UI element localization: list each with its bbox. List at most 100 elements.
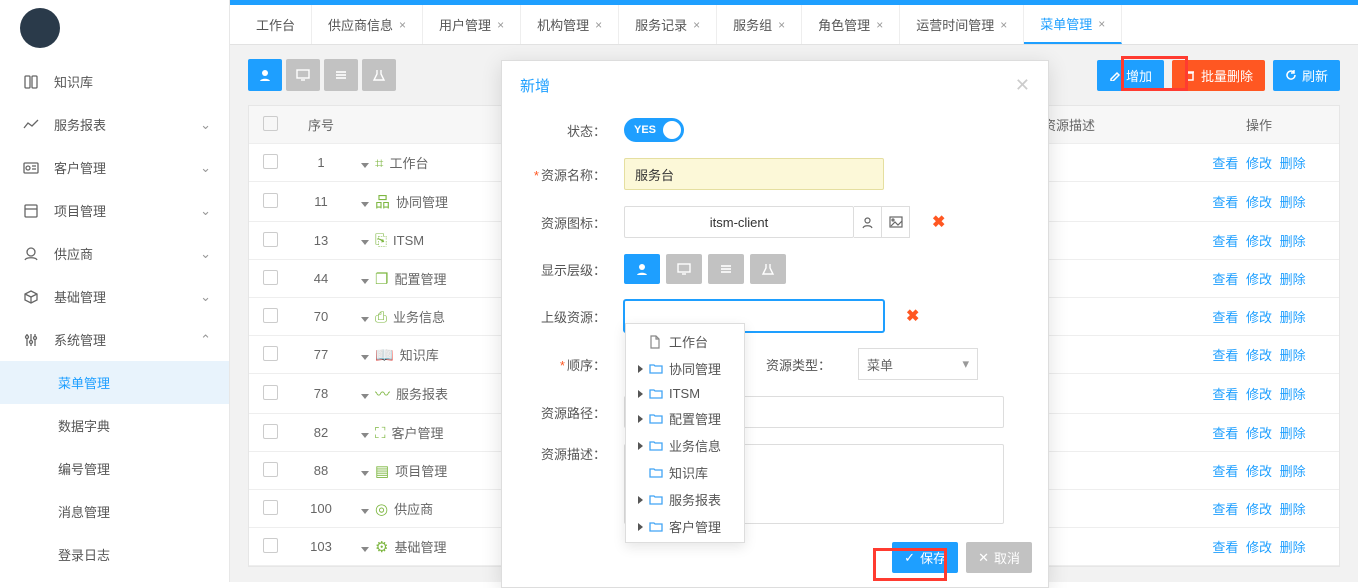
tab[interactable]: 工作台 — [240, 5, 312, 44]
user-picker-icon[interactable] — [854, 206, 882, 238]
tree-item[interactable]: 配置管理 — [626, 405, 744, 432]
op-edit[interactable]: 修改 — [1246, 502, 1272, 517]
op-edit[interactable]: 修改 — [1246, 195, 1272, 210]
tab[interactable]: 菜单管理× — [1024, 5, 1122, 44]
op-edit[interactable]: 修改 — [1246, 387, 1272, 402]
op-edit[interactable]: 修改 — [1246, 348, 1272, 363]
level-monitor-button[interactable] — [666, 254, 702, 284]
op-view[interactable]: 查看 — [1212, 310, 1238, 325]
sidebar-sub-numbering[interactable]: 编号管理 — [0, 447, 229, 490]
op-del[interactable]: 删除 — [1280, 502, 1306, 517]
tab-close-icon[interactable]: × — [876, 18, 883, 32]
op-view[interactable]: 查看 — [1212, 540, 1238, 555]
row-checkbox[interactable] — [263, 424, 278, 439]
sidebar-sub-message[interactable]: 消息管理 — [0, 490, 229, 533]
tab[interactable]: 用户管理× — [423, 5, 521, 44]
row-checkbox[interactable] — [263, 385, 278, 400]
row-checkbox[interactable] — [263, 308, 278, 323]
status-toggle[interactable]: YES — [624, 118, 684, 142]
row-checkbox[interactable] — [263, 346, 278, 361]
sidebar-item-project[interactable]: 项目管理 ⌄ — [0, 189, 229, 232]
tree-item[interactable]: 客户管理 — [626, 513, 744, 540]
sidebar-item-base[interactable]: 基础管理 ⌄ — [0, 275, 229, 318]
op-del[interactable]: 删除 — [1280, 195, 1306, 210]
tree-item[interactable]: 知识库 — [626, 459, 744, 486]
tree-item[interactable]: 服务报表 — [626, 486, 744, 513]
op-del[interactable]: 删除 — [1280, 310, 1306, 325]
add-button[interactable]: 增加 — [1097, 60, 1164, 91]
level-list-button[interactable] — [708, 254, 744, 284]
view-flask-button[interactable] — [362, 59, 396, 91]
row-checkbox[interactable] — [263, 500, 278, 515]
op-view[interactable]: 查看 — [1212, 272, 1238, 287]
tab-close-icon[interactable]: × — [497, 18, 504, 32]
tree-item[interactable]: ITSM — [626, 382, 744, 405]
tab-close-icon[interactable]: × — [399, 18, 406, 32]
expand-caret[interactable] — [361, 279, 369, 284]
tab-close-icon[interactable]: × — [1000, 18, 1007, 32]
level-user-button[interactable] — [624, 254, 660, 284]
clear-icon-button[interactable]: ✖ — [932, 212, 945, 232]
op-edit[interactable]: 修改 — [1246, 426, 1272, 441]
image-picker-icon[interactable] — [882, 206, 910, 238]
checkbox-all[interactable] — [263, 116, 278, 131]
sidebar-item-customer[interactable]: 客户管理 ⌄ — [0, 146, 229, 189]
tab[interactable]: 角色管理× — [802, 5, 900, 44]
sidebar-item-report[interactable]: 服务报表 ⌄ — [0, 103, 229, 146]
op-view[interactable]: 查看 — [1212, 387, 1238, 402]
batch-delete-button[interactable]: 批量删除 — [1172, 60, 1265, 91]
tree-item[interactable]: 业务信息 — [626, 432, 744, 459]
op-edit[interactable]: 修改 — [1246, 156, 1272, 171]
view-monitor-button[interactable] — [286, 59, 320, 91]
op-view[interactable]: 查看 — [1212, 348, 1238, 363]
expand-caret[interactable] — [361, 163, 369, 168]
expand-caret[interactable] — [361, 433, 369, 438]
tab-close-icon[interactable]: × — [595, 18, 602, 32]
op-del[interactable]: 删除 — [1280, 540, 1306, 555]
sidebar-item-supplier[interactable]: 供应商 ⌄ — [0, 232, 229, 275]
tab[interactable]: 服务记录× — [619, 5, 717, 44]
op-view[interactable]: 查看 — [1212, 502, 1238, 517]
op-view[interactable]: 查看 — [1212, 426, 1238, 441]
op-edit[interactable]: 修改 — [1246, 234, 1272, 249]
op-del[interactable]: 删除 — [1280, 156, 1306, 171]
resource-type-select[interactable]: 菜单 ▾ — [858, 348, 978, 380]
op-edit[interactable]: 修改 — [1246, 464, 1272, 479]
expand-caret[interactable] — [361, 202, 369, 207]
expand-caret[interactable] — [361, 317, 369, 322]
op-view[interactable]: 查看 — [1212, 234, 1238, 249]
row-checkbox[interactable] — [263, 232, 278, 247]
sidebar-item-knowledge[interactable]: 知识库 — [0, 60, 229, 103]
op-del[interactable]: 删除 — [1280, 387, 1306, 402]
expand-caret[interactable] — [361, 509, 369, 514]
save-button[interactable]: ✓ 保存 — [892, 542, 958, 573]
tab[interactable]: 供应商信息× — [312, 5, 423, 44]
tab-close-icon[interactable]: × — [693, 18, 700, 32]
parent-resource-dropdown[interactable]: 工作台协同管理ITSM配置管理业务信息知识库服务报表客户管理 — [625, 323, 745, 543]
row-checkbox[interactable] — [263, 462, 278, 477]
sidebar-item-system[interactable]: 系统管理 ⌃ — [0, 318, 229, 361]
expand-caret[interactable] — [361, 355, 369, 360]
tab[interactable]: 机构管理× — [521, 5, 619, 44]
tab-close-icon[interactable]: × — [1098, 17, 1105, 31]
row-checkbox[interactable] — [263, 193, 278, 208]
op-del[interactable]: 删除 — [1280, 464, 1306, 479]
op-del[interactable]: 删除 — [1280, 272, 1306, 287]
tab-close-icon[interactable]: × — [778, 18, 785, 32]
close-icon[interactable]: ✕ — [1015, 75, 1030, 96]
sidebar-sub-dict[interactable]: 数据字典 — [0, 404, 229, 447]
expand-caret[interactable] — [361, 547, 369, 552]
sidebar-sub-loginlog[interactable]: 登录日志 — [0, 533, 229, 576]
tree-item[interactable]: 协同管理 — [626, 355, 744, 382]
view-user-button[interactable] — [248, 59, 282, 91]
expand-caret[interactable] — [361, 471, 369, 476]
op-edit[interactable]: 修改 — [1246, 540, 1272, 555]
cancel-button[interactable]: ✕ 取消 — [966, 542, 1032, 573]
expand-caret[interactable] — [361, 394, 369, 399]
refresh-button[interactable]: 刷新 — [1273, 60, 1340, 91]
tree-item[interactable]: 工作台 — [626, 328, 744, 355]
op-del[interactable]: 删除 — [1280, 348, 1306, 363]
op-del[interactable]: 删除 — [1280, 234, 1306, 249]
op-edit[interactable]: 修改 — [1246, 310, 1272, 325]
avatar[interactable] — [20, 8, 60, 48]
